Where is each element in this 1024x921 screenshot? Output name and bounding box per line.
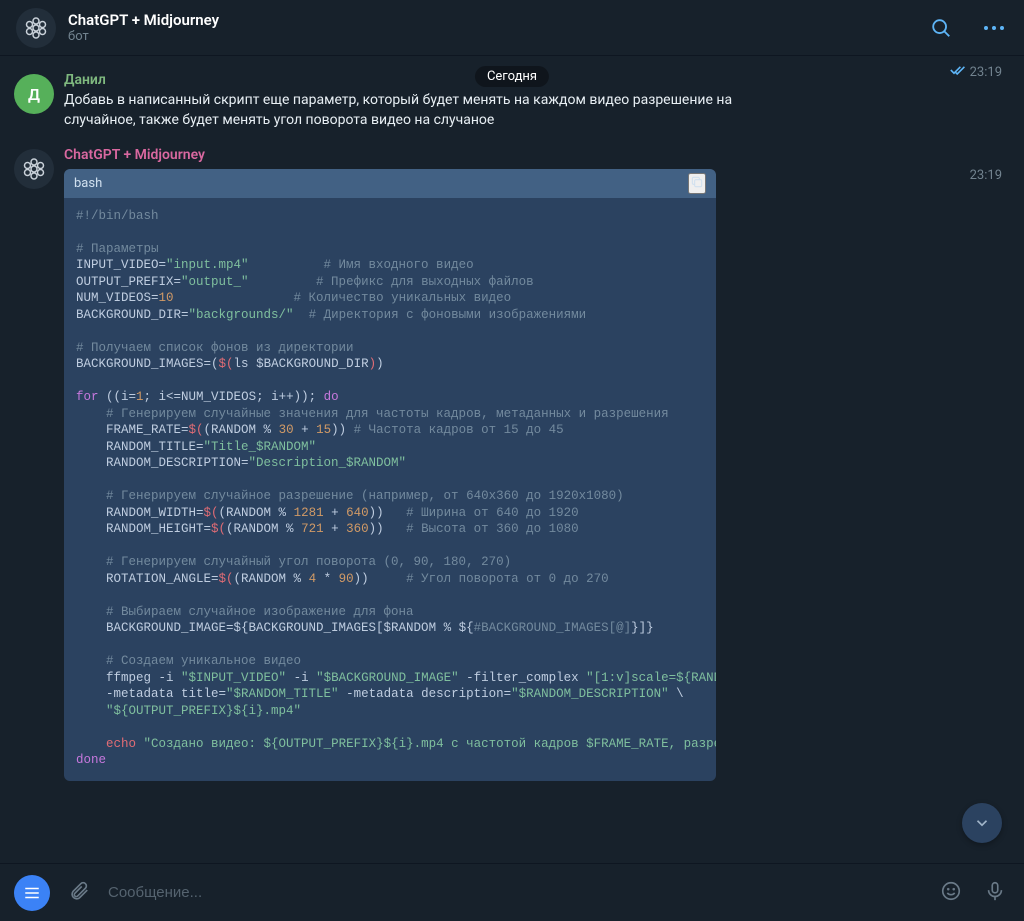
search-icon bbox=[930, 17, 952, 39]
message-text: Добавь в написанный скрипт еще параметр,… bbox=[64, 90, 744, 131]
message-meta: 23:19 bbox=[970, 168, 1002, 183]
message-time: 23:19 bbox=[970, 168, 1002, 183]
chat-area[interactable]: Сегодня Д Данил Добавь в написанный скри… bbox=[0, 56, 1024, 863]
menu-icon bbox=[23, 886, 41, 900]
flower-icon bbox=[24, 16, 48, 40]
read-checks-icon bbox=[950, 64, 966, 80]
scroll-to-bottom-button[interactable] bbox=[962, 803, 1002, 843]
search-button[interactable] bbox=[926, 13, 956, 43]
flower-icon bbox=[22, 157, 46, 181]
smile-icon bbox=[940, 880, 962, 902]
chat-header: ChatGPT + Midjourney бот bbox=[0, 0, 1024, 56]
bot-avatar[interactable] bbox=[14, 149, 54, 189]
code-lang-label: bash bbox=[74, 176, 102, 191]
chat-subtitle: бот bbox=[68, 29, 926, 45]
message: ChatGPT + Midjourney 23:19 bash #!/bin/b… bbox=[14, 147, 1010, 781]
composer bbox=[0, 863, 1024, 921]
sender-name: ChatGPT + Midjourney bbox=[64, 147, 1010, 163]
user-avatar[interactable]: Д bbox=[14, 74, 54, 114]
microphone-icon bbox=[984, 880, 1006, 902]
code-content[interactable]: #!/bin/bash # Параметры INPUT_VIDEO="inp… bbox=[64, 198, 716, 781]
copy-code-button[interactable] bbox=[688, 173, 706, 194]
chevron-down-icon bbox=[973, 814, 991, 832]
more-icon bbox=[984, 26, 1004, 30]
voice-button[interactable] bbox=[980, 876, 1010, 909]
message-meta: 23:19 bbox=[950, 64, 1002, 80]
menu-button[interactable] bbox=[14, 875, 50, 911]
message-time: 23:19 bbox=[970, 65, 1002, 80]
copy-icon bbox=[690, 175, 704, 189]
paperclip-icon bbox=[68, 880, 90, 902]
chat-title: ChatGPT + Midjourney bbox=[68, 11, 926, 29]
attach-button[interactable] bbox=[64, 876, 94, 909]
bot-avatar[interactable] bbox=[16, 8, 56, 48]
code-block: bash #!/bin/bash # Параметры INPUT_VIDEO… bbox=[64, 169, 716, 781]
date-chip: Сегодня bbox=[475, 66, 549, 87]
message-input[interactable] bbox=[108, 884, 922, 901]
more-button[interactable] bbox=[980, 13, 1008, 43]
header-info[interactable]: ChatGPT + Midjourney бот bbox=[68, 11, 926, 45]
code-header: bash bbox=[64, 169, 716, 198]
emoji-button[interactable] bbox=[936, 876, 966, 909]
